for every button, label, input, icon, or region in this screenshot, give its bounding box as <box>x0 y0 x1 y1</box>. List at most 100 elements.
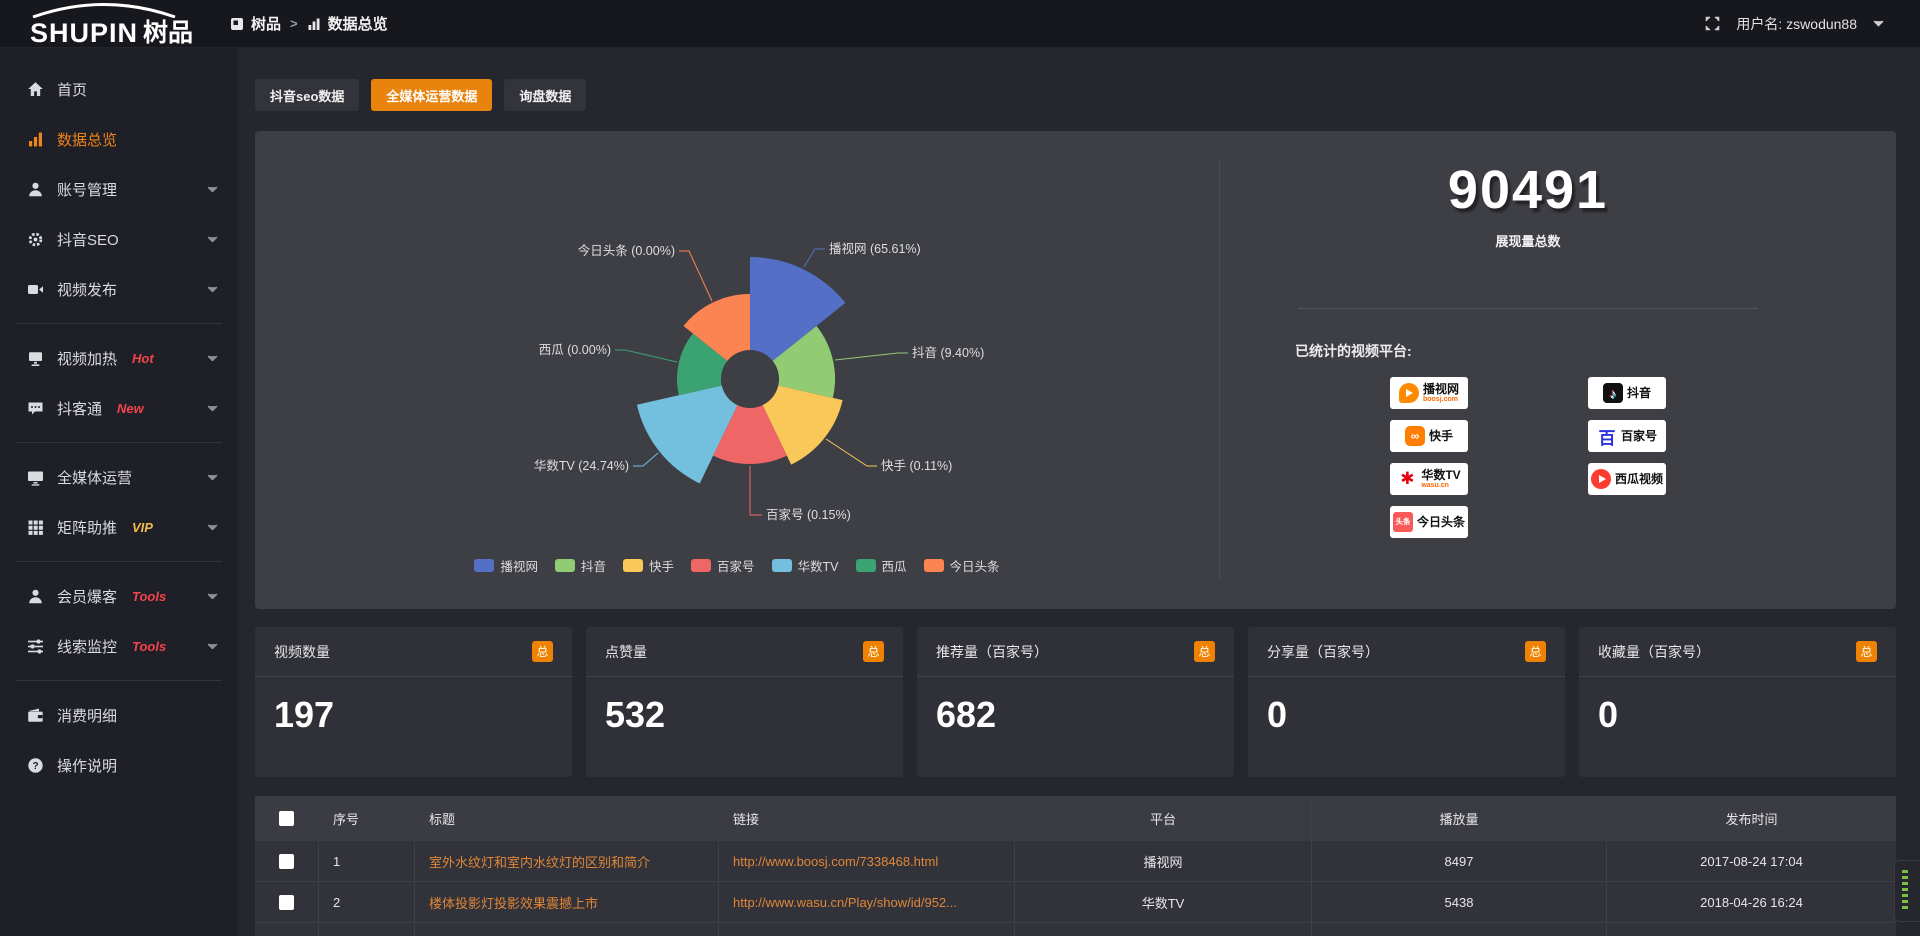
cell-plays: 8497 <box>1312 841 1607 881</box>
platform-logo-baijiahao[interactable]: 百百家号 <box>1588 420 1666 452</box>
stat-card-value: 0 <box>1579 677 1896 736</box>
tab-bar: 抖音seo数据全媒体运营数据询盘数据 <box>255 79 1896 111</box>
heat-icon <box>27 350 44 367</box>
sidebar-item-视频发布[interactable]: 视频发布 <box>0 264 238 314</box>
total-badge[interactable]: 总 <box>1856 641 1877 662</box>
legend-swatch <box>555 559 575 572</box>
tab-询盘数据[interactable]: 询盘数据 <box>504 79 586 111</box>
sidebar-item-label: 全媒体运营 <box>57 467 132 488</box>
pie-label-line <box>835 353 908 360</box>
sidebar-badge: VIP <box>132 520 153 535</box>
sidebar-item-抖客通[interactable]: 抖客通New <box>0 383 238 433</box>
chevron-down-icon <box>207 236 218 243</box>
platform-name: 百家号 <box>1621 430 1657 443</box>
total-badge[interactable]: 总 <box>1525 641 1546 662</box>
breadcrumb-current[interactable]: 数据总览 <box>328 13 388 34</box>
legend-item-抖音[interactable]: 抖音 <box>555 556 606 575</box>
pie-label: 快手 (0.11%) <box>881 459 952 473</box>
cell-title[interactable]: 楼体投影灯投影效果震撼上市 <box>415 882 719 922</box>
floating-widget[interactable] <box>1894 860 1920 922</box>
total-badge[interactable]: 总 <box>863 641 884 662</box>
wasu-icon: ✱ <box>1397 469 1417 489</box>
baijiahao-icon: 百 <box>1597 426 1617 446</box>
platform-logo-xigua[interactable]: 西瓜视频 <box>1588 463 1666 495</box>
sidebar: 首页数据总览账号管理抖音SEO视频发布视频加热Hot抖客通New 全媒体运营矩阵助… <box>0 48 238 936</box>
cell-link[interactable]: http://www.boosj.com/7338468.html <box>719 841 1015 881</box>
platform-logo-douyin[interactable]: ♪ 抖音 <box>1588 377 1666 409</box>
gear-icon <box>27 231 44 248</box>
stat-card-header: 点赞量总 <box>586 627 903 677</box>
chat-icon <box>27 400 44 417</box>
legend-label: 抖音 <box>581 556 606 575</box>
legend-item-今日头条[interactable]: 今日头条 <box>924 556 1000 575</box>
chevron-down-icon <box>207 593 218 600</box>
username[interactable]: 用户名: zswodun88 <box>1736 14 1857 34</box>
sidebar-item-矩阵助推[interactable]: 矩阵助推VIP <box>0 502 238 552</box>
sidebar-item-操作说明[interactable]: ?操作说明 <box>0 740 238 790</box>
douyin-icon: ♪ <box>1603 383 1623 403</box>
sidebar-item-抖音SEO[interactable]: 抖音SEO <box>0 214 238 264</box>
sidebar-divider <box>16 561 222 562</box>
sidebar-badge: Tools <box>132 589 166 604</box>
tab-全媒体运营数据[interactable]: 全媒体运营数据 <box>371 79 492 111</box>
sidebar-item-会员爆客[interactable]: 会员爆客Tools <box>0 571 238 621</box>
row-checkbox[interactable] <box>279 895 294 910</box>
cell-link[interactable]: http://www.wasu.cn/Play/show/id/952... <box>719 882 1015 922</box>
pie-slice-华数TV[interactable] <box>637 386 738 484</box>
summary-divider <box>1298 308 1758 309</box>
tab-抖音seo数据[interactable]: 抖音seo数据 <box>255 79 359 111</box>
chevron-down-icon <box>207 643 218 650</box>
sidebar-item-视频加热[interactable]: 视频加热Hot <box>0 333 238 383</box>
cell-time: 2018-04-26 16:24 <box>1607 882 1896 922</box>
legend-item-百家号[interactable]: 百家号 <box>691 556 755 575</box>
sidebar-item-消费明细[interactable]: 消费明细 <box>0 690 238 740</box>
topbar-right: 用户名: zswodun88 <box>1705 14 1920 34</box>
row-checkbox[interactable] <box>279 854 294 869</box>
legend-item-华数TV[interactable]: 华数TV <box>772 556 839 575</box>
total-badge[interactable]: 总 <box>532 641 553 662</box>
sidebar-item-账号管理[interactable]: 账号管理 <box>0 164 238 214</box>
stat-card-header: 推荐量（百家号）总 <box>917 627 1234 677</box>
select-all-cell <box>255 796 319 841</box>
sidebar-divider <box>16 442 222 443</box>
legend-item-快手[interactable]: 快手 <box>623 556 674 575</box>
sidebar-item-数据总览[interactable]: 数据总览 <box>0 114 238 164</box>
chevron-down-icon <box>207 524 218 531</box>
sidebar-badge: Hot <box>132 351 154 366</box>
stat-card-value: 197 <box>255 677 572 736</box>
platform-logo-boosj[interactable]: 播视网boosj.com <box>1390 377 1468 409</box>
sidebar-item-线索监控[interactable]: 线索监控Tools <box>0 621 238 671</box>
table-row: 2楼体投影灯投影效果震撼上市http://www.wasu.cn/Play/sh… <box>255 881 1896 922</box>
sidebar-item-首页[interactable]: 首页 <box>0 64 238 114</box>
breadcrumb-home[interactable]: 树品 <box>251 13 281 34</box>
svg-text:?: ? <box>32 761 38 772</box>
topbar: SHUPIN 树品 树品 > 数据总览 用户名: zswodun88 <box>0 0 1920 48</box>
platform-logo-toutiao[interactable]: 头条今日头条 <box>1390 506 1468 538</box>
bar-chart-icon <box>27 131 44 148</box>
sidebar-item-全媒体运营[interactable]: 全媒体运营 <box>0 452 238 502</box>
cell-no: 2 <box>319 882 415 922</box>
chevron-down-icon[interactable] <box>1873 20 1884 27</box>
platform-name: 抖音 <box>1627 387 1651 400</box>
legend-item-播视网[interactable]: 播视网 <box>474 556 538 575</box>
stat-card-label: 视频数量 <box>274 642 330 662</box>
sidebar-divider <box>16 680 222 681</box>
platform-logo-kuaishou[interactable]: ∞快手 <box>1390 420 1468 452</box>
app-logo[interactable]: SHUPIN 树品 <box>0 0 230 48</box>
xigua-icon <box>1591 469 1611 489</box>
fullscreen-icon[interactable] <box>1705 16 1720 31</box>
sidebar-divider <box>16 323 222 324</box>
total-badge[interactable]: 总 <box>1194 641 1215 662</box>
legend-label: 华数TV <box>798 556 839 575</box>
platform-logo-wasu[interactable]: ✱华数TVwasu.cn <box>1390 463 1468 495</box>
row-checkbox[interactable] <box>279 811 294 826</box>
chart-panel: 播视网 (65.61%)抖音 (9.40%)快手 (0.11%)百家号 (0.1… <box>255 131 1896 609</box>
chart-legend: 播视网 抖音快手百家号 华数TV 西瓜今日头条 <box>255 556 1219 575</box>
cell-title[interactable]: 室外水纹灯和室内水纹灯的区别和简介 <box>415 841 719 881</box>
stat-card-分享量（百家号）: 分享量（百家号）总0 <box>1248 627 1565 777</box>
chevron-down-icon <box>207 474 218 481</box>
legend-swatch <box>474 559 494 572</box>
grid-icon <box>27 519 44 536</box>
legend-item-西瓜[interactable]: 西瓜 <box>856 556 907 575</box>
sidebar-item-label: 线索监控 <box>57 636 117 657</box>
